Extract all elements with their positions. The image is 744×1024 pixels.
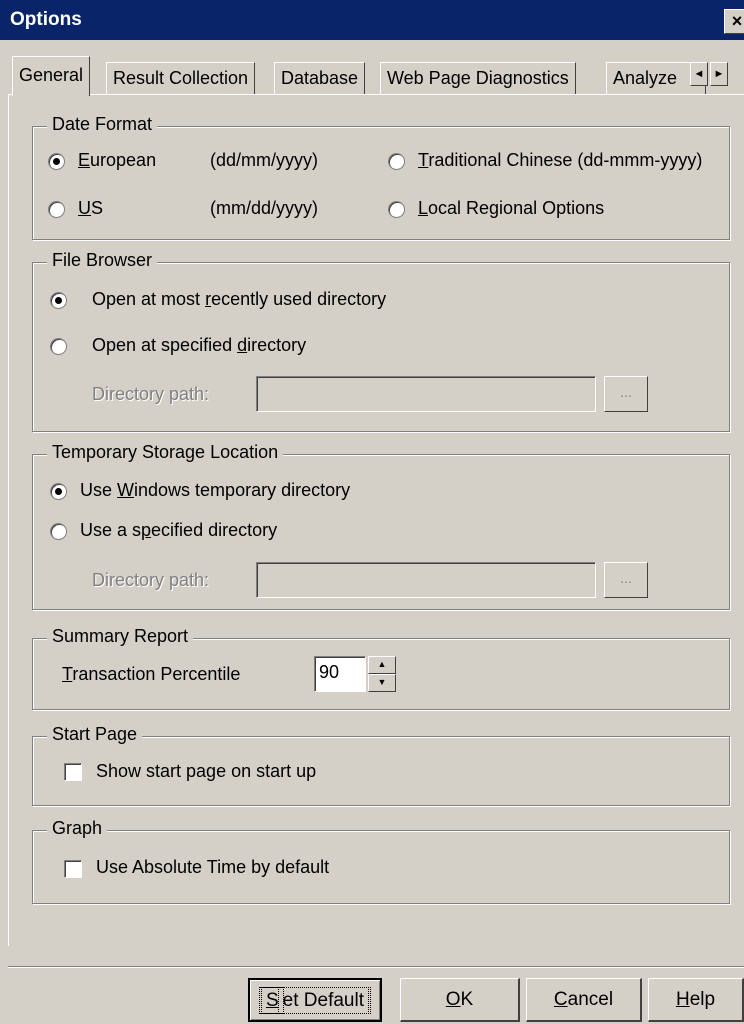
european-radio[interactable] (48, 153, 65, 170)
graph-legend: Graph (47, 818, 108, 839)
temp-storage-path-input[interactable] (256, 562, 596, 598)
start-page-legend: Start Page (47, 724, 143, 745)
european-label[interactable]: European (78, 150, 156, 171)
show-start-page-checkbox[interactable] (64, 763, 82, 781)
label-text: raditional Chinese (dd-mmm-yyyy) (428, 150, 703, 170)
date-format-group: Date Format (32, 114, 730, 240)
mnemonic: U (78, 198, 91, 218)
mnemonic: S (261, 987, 284, 1014)
file-browser-browse-button[interactable]: ... (604, 376, 648, 412)
arrow-down-icon: ▼ (377, 677, 387, 687)
arrow-right-icon: ► (713, 68, 725, 80)
recent-directory-label[interactable]: Open at most recently used directory (92, 289, 386, 310)
label-text: Use (80, 480, 118, 500)
mnemonic: E (78, 150, 91, 170)
file-browser-path-label: Directory path: (92, 384, 210, 404)
label-text: irectory (247, 335, 307, 355)
mnemonic: O (445, 989, 461, 1010)
windows-temp-radio[interactable] (50, 483, 67, 500)
label-text: ecently used directory (211, 289, 387, 309)
tab-label: Analyze (613, 68, 678, 88)
tab-database[interactable]: Database (274, 62, 366, 94)
spin-down-button[interactable]: ▼ (368, 674, 396, 692)
temp-storage-browse-button[interactable]: ... (604, 562, 648, 598)
window-title: Options (10, 9, 82, 30)
label-text: Open at most (92, 289, 206, 309)
tab-label: General (19, 65, 84, 85)
mnemonic: T (62, 664, 73, 684)
traditional-chinese-radio[interactable] (388, 153, 405, 170)
label-text: et Default (277, 987, 370, 1014)
set-default-label: Set Default (258, 987, 372, 1014)
us-format: (mm/dd/yyyy) (210, 198, 318, 218)
cancel-button[interactable]: Cancel (526, 978, 642, 1022)
tab-result-collection[interactable]: Result Collection (106, 62, 256, 94)
tab-web-page-diagnostics[interactable]: Web Page Diagnostics (380, 62, 576, 94)
absolute-time-label[interactable]: Use Absolute Time by default (96, 857, 329, 878)
specified-directory-radio[interactable] (50, 338, 67, 355)
label-text: uropean (90, 150, 157, 170)
tab-label: Database (281, 68, 359, 88)
tab-general[interactable]: General (12, 56, 91, 96)
temp-storage-legend: Temporary Storage Location (47, 442, 284, 463)
mnemonic: W (117, 480, 135, 500)
temp-storage-path-label: Directory path: (92, 570, 210, 590)
bottom-separator (8, 966, 744, 968)
transaction-percentile-label: Transaction Percentile (62, 664, 240, 685)
label-text: S (91, 198, 104, 218)
recent-directory-radio[interactable] (50, 292, 67, 309)
label-text: K (460, 989, 474, 1010)
absolute-time-checkbox[interactable] (64, 860, 82, 878)
specified-directory-label[interactable]: Open at specified directory (92, 335, 306, 356)
date-format-legend: Date Format (47, 114, 158, 135)
label-text: ecified directory (151, 520, 278, 540)
ok-button[interactable]: OK (400, 978, 520, 1022)
transaction-percentile-input[interactable]: 90 (314, 656, 366, 692)
mnemonic: L (418, 198, 429, 218)
arrow-up-icon: ▲ (377, 659, 387, 669)
mnemonic: T (418, 150, 429, 170)
tab-scroll-right-button[interactable]: ► (710, 62, 728, 86)
label-text: ancel (567, 989, 614, 1010)
windows-temp-label[interactable]: Use Windows temporary directory (80, 480, 350, 501)
file-browser-path-input[interactable] (256, 376, 596, 412)
label-text: ocal Regional Options (428, 198, 605, 218)
us-radio[interactable] (48, 201, 65, 218)
label-text: Open at specified (92, 335, 238, 355)
set-default-button[interactable]: Set Default (248, 978, 382, 1022)
file-browser-legend: File Browser (47, 250, 158, 271)
arrow-left-icon: ◄ (693, 68, 705, 80)
title-bar: Options × (0, 0, 744, 40)
specified-temp-label[interactable]: Use a specified directory (80, 520, 277, 541)
tab-label: Web Page Diagnostics (387, 68, 569, 88)
help-button[interactable]: Help (648, 978, 744, 1022)
label-text: ransaction Percentile (72, 664, 241, 684)
specified-temp-radio[interactable] (50, 523, 67, 540)
traditional-chinese-label[interactable]: Traditional Chinese (dd-mmm-yyyy) (418, 150, 702, 171)
summary-report-legend: Summary Report (47, 626, 194, 647)
show-start-page-label[interactable]: Show start page on start up (96, 761, 316, 782)
european-format: (dd/mm/yyyy) (210, 150, 318, 170)
close-icon: × (731, 11, 743, 31)
tab-scroll-left-button[interactable]: ◄ (690, 62, 708, 86)
mnemonic: C (553, 989, 568, 1010)
tab-strip: General Result Collection Database Web P… (0, 56, 744, 96)
us-label[interactable]: US (78, 198, 103, 219)
mnemonic: d (237, 335, 248, 355)
label-text: elp (689, 989, 716, 1010)
spin-up-button[interactable]: ▲ (368, 656, 396, 674)
local-regional-label[interactable]: Local Regional Options (418, 198, 604, 219)
mnemonic: H (675, 989, 690, 1010)
tab-label: Result Collection (113, 68, 249, 88)
mnemonic: p (141, 520, 152, 540)
label-text: indows temporary directory (134, 480, 351, 500)
local-regional-radio[interactable] (388, 201, 405, 218)
label-text: Use a s (80, 520, 142, 540)
close-button[interactable]: × (724, 9, 744, 34)
